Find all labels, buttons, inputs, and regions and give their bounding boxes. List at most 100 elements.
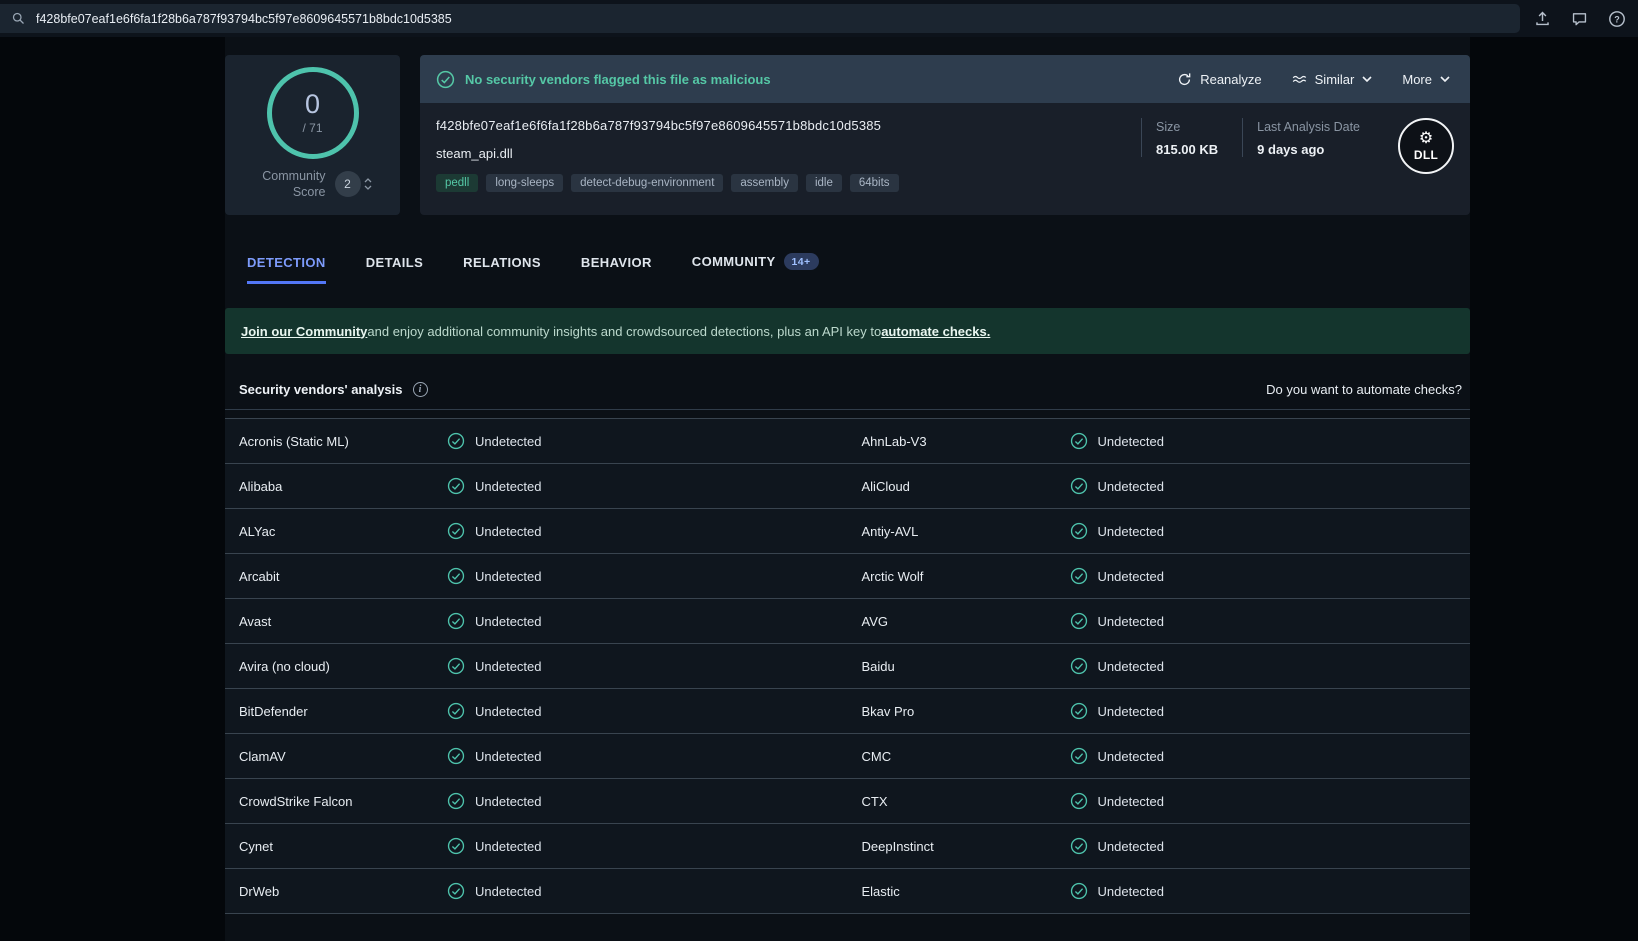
summary-body: f428bfe07eaf1e6f6fa1f28b6a787f93794bc5f9… <box>420 103 1470 215</box>
automate-checks-link[interactable]: automate checks. <box>881 324 990 339</box>
file-tag[interactable]: 64bits <box>849 174 899 192</box>
tab-community[interactable]: COMMUNITY 14+ <box>692 245 819 284</box>
vote-up-icon[interactable] <box>364 178 372 183</box>
join-community-link[interactable]: Join our Community <box>241 324 367 339</box>
tab-relations[interactable]: RELATIONS <box>463 247 541 284</box>
vendor-status-label: Undetected <box>475 658 542 674</box>
undetected-check-icon <box>1070 522 1087 540</box>
comment-icon[interactable] <box>1571 10 1588 27</box>
community-vote-widget[interactable]: 2 <box>334 171 372 198</box>
search-input[interactable] <box>36 11 1520 26</box>
chevron-down-icon <box>1362 76 1372 82</box>
file-type-label: DLL <box>1413 147 1439 162</box>
topbar: ? <box>0 0 1638 37</box>
vendor-status: Undetected <box>447 882 542 900</box>
vendor-row: Avira (no cloud) Undetected Baidu Undetecte… <box>225 644 1470 689</box>
undetected-check-icon <box>447 477 465 495</box>
tab-label: DETECTION <box>247 255 326 270</box>
undetected-check-icon <box>1070 837 1087 855</box>
vendor-name: DrWeb <box>239 883 280 899</box>
date-value: 9 days ago <box>1257 142 1325 157</box>
vendor-row: BitDefender Undetected Bkav Pro Undetected <box>225 689 1470 734</box>
analysis-header: Security vendors' analysis i Do you want… <box>225 370 1470 410</box>
vendor-status-label: Undetected <box>475 613 542 629</box>
vote-down-icon[interactable] <box>364 185 372 191</box>
vendor-status: Undetected <box>447 837 542 855</box>
size-value: 815.00 KB <box>1156 142 1219 157</box>
banner-text: and enjoy additional community insights … <box>367 323 882 339</box>
community-count-badge: 14+ <box>783 253 819 270</box>
main-content: 0 / 71 Community Score 2 No security ven… <box>225 37 1470 941</box>
vendor-cell: Cynet Undetected <box>225 824 848 868</box>
file-info: f428bfe07eaf1e6f6fa1f28b6a787f93794bc5f9… <box>436 118 899 215</box>
tab-behavior[interactable]: BEHAVIOR <box>581 247 652 284</box>
file-tag[interactable]: pedll <box>436 174 479 192</box>
vendor-name: Antiy-AVL <box>861 523 919 539</box>
info-icon[interactable]: i <box>412 382 428 397</box>
vendor-row: CrowdStrike Falcon Undetected CTX Undetecte… <box>225 779 1470 824</box>
analysis-title: Security vendors' analysis <box>239 382 403 397</box>
vendor-status: Undetected <box>447 432 542 450</box>
reanalyze-button[interactable]: Reanalyze <box>1177 71 1262 87</box>
vendor-status: Undetected <box>447 567 542 585</box>
help-icon[interactable]: ? <box>1608 10 1626 28</box>
vendor-name: CMC <box>861 748 892 764</box>
vendor-status: Undetected <box>1070 747 1165 765</box>
vendor-status-label: Undetected <box>1097 568 1165 584</box>
file-tag[interactable]: assembly <box>731 174 798 192</box>
vendor-name: Avira (no cloud) <box>239 658 330 674</box>
vendor-name: Avast <box>239 613 272 629</box>
upload-icon[interactable] <box>1534 10 1551 27</box>
vendor-name: DeepInstinct <box>861 838 934 854</box>
tab-details[interactable]: DETAILS <box>366 247 423 284</box>
tab-detection[interactable]: DETECTION <box>247 247 326 284</box>
vendor-status-label: Undetected <box>1097 478 1165 494</box>
size-label: Size <box>1156 120 1181 134</box>
file-meta: Size 815.00 KB Last Analysis Date 9 days… <box>1141 118 1454 215</box>
vendor-cell: BitDefender Undetected <box>225 689 848 733</box>
vendor-cell: Bkav Pro Undetected <box>848 689 1471 733</box>
file-tag[interactable]: idle <box>805 174 842 192</box>
undetected-check-icon <box>447 432 465 450</box>
vendor-row: Cynet Undetected DeepInstinct Undetected <box>225 824 1470 869</box>
verdict-message: No security vendors flagged this file as… <box>465 71 771 87</box>
vendor-status-label: Undetected <box>475 748 542 764</box>
vendor-name: Arctic Wolf <box>861 568 924 584</box>
reanalyze-label: Reanalyze <box>1200 71 1262 87</box>
vendor-status-label: Undetected <box>1097 793 1165 809</box>
file-summary-card: No security vendors flagged this file as… <box>420 55 1470 215</box>
undetected-check-icon <box>1070 657 1087 675</box>
vendor-status: Undetected <box>447 612 542 630</box>
vendor-status-label: Undetected <box>1097 748 1165 764</box>
vendor-status-label: Undetected <box>475 478 542 494</box>
community-score-value[interactable]: 2 <box>334 171 361 198</box>
vendor-status-label: Undetected <box>475 838 542 854</box>
verdict-check-icon <box>436 70 455 89</box>
action-buttons: Reanalyze Similar More <box>1177 72 1450 87</box>
file-tag[interactable]: long-sleeps <box>486 174 564 192</box>
vendor-cell: AVG Undetected <box>848 599 1471 643</box>
summary-top-band: No security vendors flagged this file as… <box>420 55 1470 103</box>
vendor-name: AVG <box>861 613 889 629</box>
search-icon <box>11 11 26 26</box>
vendor-status-label: Undetected <box>475 523 542 539</box>
community-banner: Join our Community and enjoy additional … <box>225 308 1470 354</box>
vendor-name: Arcabit <box>239 568 280 584</box>
vendor-name: ClamAV <box>239 748 286 764</box>
vendor-status: Undetected <box>1070 432 1164 450</box>
more-button[interactable]: More <box>1402 72 1450 87</box>
similar-button[interactable]: Similar <box>1292 72 1373 87</box>
undetected-check-icon <box>447 567 465 585</box>
vendor-cell: DrWeb Undetected <box>225 869 848 913</box>
vendor-cell: Avast Undetected <box>225 599 848 643</box>
vendor-status-label: Undetected <box>475 568 542 584</box>
vendor-name: AliCloud <box>861 478 910 494</box>
vendor-cell: Alibaba Undetected <box>225 464 848 508</box>
undetected-check-icon <box>447 747 465 765</box>
tab-label: DETAILS <box>365 255 424 270</box>
undetected-check-icon <box>447 657 465 675</box>
search-bar[interactable] <box>0 4 1520 33</box>
file-tag[interactable]: detect-debug-environment <box>571 174 724 192</box>
vendor-status: Undetected <box>1070 837 1164 855</box>
vendor-status-label: Undetected <box>1097 703 1165 719</box>
